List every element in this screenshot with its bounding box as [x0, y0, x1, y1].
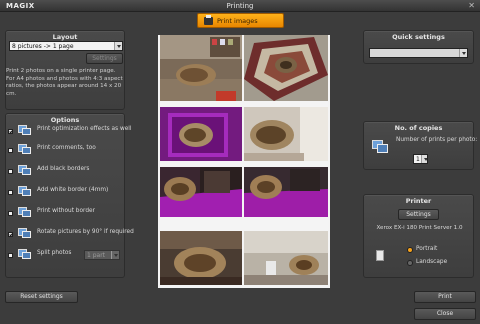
- option-comments[interactable]: Print comments, too: [8, 144, 123, 159]
- preview-photo-4: [244, 107, 328, 161]
- chevron-down-icon: [114, 42, 122, 50]
- portrait-radio[interactable]: [407, 247, 413, 253]
- preview-photo-5: [160, 167, 242, 217]
- preview-photo-6: [244, 167, 328, 217]
- option-label: Print without border: [37, 208, 95, 214]
- quick-settings-select[interactable]: [369, 48, 468, 58]
- photo-stack-icon: [18, 125, 32, 136]
- black-borders-checkbox[interactable]: [8, 169, 13, 174]
- landscape-label: Landscape: [416, 259, 448, 265]
- copies-label: Number of prints per photo:: [396, 137, 478, 143]
- photo-stack-icon: [18, 144, 32, 155]
- quick-settings-panel: Quick settings: [363, 30, 474, 64]
- without-border-checkbox[interactable]: [8, 211, 13, 216]
- window-title: Printing: [226, 2, 254, 10]
- window-close-icon[interactable]: ✕: [468, 1, 475, 10]
- option-label: Split photos: [37, 250, 72, 256]
- rotate-checkbox[interactable]: [8, 232, 13, 237]
- preview-photo-8: [244, 231, 328, 285]
- close-button[interactable]: Close: [414, 308, 476, 320]
- preview-photo-1: [160, 35, 242, 101]
- title-bar: MAGIX Printing ✕: [0, 0, 480, 12]
- portrait-label: Portrait: [416, 246, 438, 252]
- comments-checkbox[interactable]: [8, 148, 13, 153]
- landscape-radio[interactable]: [407, 260, 413, 266]
- copies-value: 1: [416, 156, 420, 163]
- chevron-down-icon: [459, 49, 467, 57]
- option-without-border[interactable]: Print without border: [8, 207, 123, 222]
- split-parts-value: 1 part: [87, 252, 106, 259]
- printer-icon: [204, 15, 213, 25]
- photo-stack-icon: [18, 165, 32, 176]
- copies-panel: No. of copies Number of prints per photo…: [363, 121, 478, 170]
- printer-settings-button[interactable]: Settings: [398, 209, 439, 220]
- copies-stepper[interactable]: 1: [413, 154, 428, 164]
- option-label: Print optimization effects as well: [37, 126, 132, 132]
- photo-stack-icon: [18, 207, 32, 218]
- photo-stack-icon: [18, 228, 32, 239]
- layout-title: Layout: [52, 33, 78, 41]
- layout-select-value: 8 pictures -> 1 page: [12, 43, 74, 50]
- option-label: Print comments, too: [37, 145, 96, 151]
- option-optimization[interactable]: Print optimization effects as well: [8, 125, 131, 140]
- option-label: Rotate pictures by 90° if required: [37, 229, 134, 235]
- page-orientation-icon: [376, 250, 384, 261]
- quick-settings-title: Quick settings: [392, 33, 445, 41]
- optimization-checkbox[interactable]: [8, 129, 13, 134]
- printer-panel: Printer Settings Xerox EX-i 180 Print Se…: [363, 194, 474, 278]
- tab-print-images[interactable]: Print images: [197, 13, 284, 28]
- preview-photo-3: [160, 107, 242, 161]
- photo-stack-icon: [18, 186, 32, 197]
- print-button[interactable]: Print: [414, 291, 476, 303]
- option-white-border[interactable]: Add white border (4mm): [8, 186, 123, 201]
- option-label: Add white border (4mm): [37, 187, 109, 193]
- print-preview: [158, 35, 330, 288]
- copies-title: No. of copies: [394, 124, 443, 132]
- split-photos-checkbox[interactable]: [8, 253, 13, 258]
- layout-description: Print 2 photos on a single printer page.…: [6, 68, 123, 97]
- printer-name: Xerox EX-i 180 Print Server 1.0: [376, 225, 463, 231]
- chevron-down-icon: [111, 251, 119, 259]
- printer-title: Printer: [405, 197, 432, 205]
- preview-photo-7: [160, 231, 242, 285]
- tab-bar: Print images: [0, 12, 480, 30]
- preview-photo-2: [244, 35, 328, 101]
- option-label: Add black borders: [37, 166, 90, 172]
- options-title: Options: [50, 116, 80, 124]
- photo-stack-icon: [18, 249, 32, 260]
- copies-icon: [372, 140, 390, 154]
- reset-settings-button[interactable]: Reset settings: [5, 291, 78, 303]
- option-rotate[interactable]: Rotate pictures by 90° if required: [8, 228, 134, 243]
- stepper-arrows-icon[interactable]: [421, 155, 427, 163]
- option-black-borders[interactable]: Add black borders: [8, 165, 123, 180]
- layout-settings-button[interactable]: Settings: [86, 53, 123, 64]
- layout-select[interactable]: 8 pictures -> 1 page: [9, 41, 123, 51]
- tab-label: Print images: [217, 17, 258, 25]
- white-border-checkbox[interactable]: [8, 190, 13, 195]
- split-parts-select[interactable]: 1 part: [84, 250, 120, 260]
